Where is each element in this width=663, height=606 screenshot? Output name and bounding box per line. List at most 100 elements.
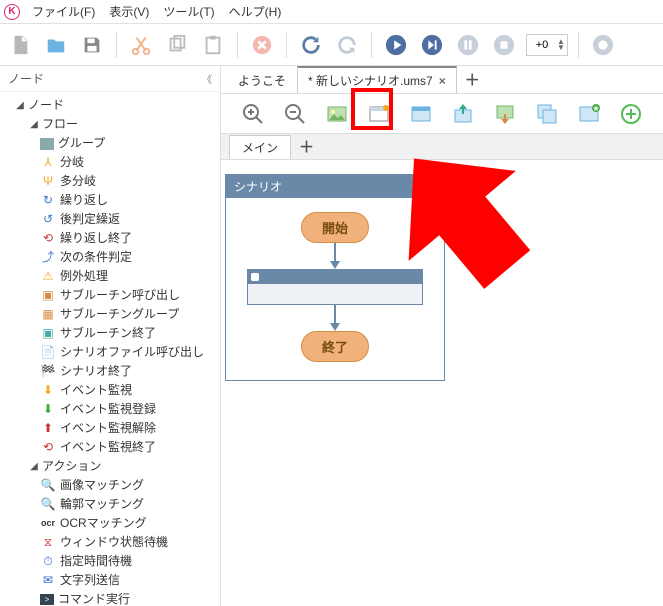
ocr-icon: ocr: [40, 516, 56, 532]
tree-item-multibranch[interactable]: Ψ多分岐: [0, 172, 220, 191]
record-button[interactable]: [589, 31, 617, 59]
tree-item-postloop[interactable]: ↺後判定繰返: [0, 210, 220, 229]
tree-item-branch[interactable]: ⅄分岐: [0, 153, 220, 172]
speed-value[interactable]: [529, 39, 555, 51]
tree-flow[interactable]: ◢フロー: [0, 115, 220, 134]
undo-button[interactable]: [333, 31, 361, 59]
tree-item-timewait[interactable]: ⏱指定時間待機: [0, 552, 220, 571]
zoom-out-button[interactable]: [281, 100, 309, 128]
tree-item-loop[interactable]: ↻繰り返し: [0, 191, 220, 210]
tree-item-scenfile[interactable]: 📄シナリオファイル呼び出し: [0, 343, 220, 362]
add-circle-button[interactable]: [617, 100, 645, 128]
tree-item-group[interactable]: グループ: [0, 134, 220, 153]
evunreg-icon: ⬆: [40, 421, 56, 437]
flow-canvas[interactable]: シナリオ 開始 終了: [221, 160, 663, 606]
strsend-icon: ✉: [40, 573, 56, 589]
paste-button[interactable]: [199, 31, 227, 59]
loop-icon: ↻: [40, 193, 56, 209]
step-node[interactable]: [247, 269, 423, 305]
editor-area: ようこそ * 新しいシナリオ.ums7× ＋ ★ メイン ＋ シナリオ: [221, 66, 663, 606]
tab-new-scenario[interactable]: * 新しいシナリオ.ums7×: [297, 66, 457, 93]
tree-item-evwatch[interactable]: ⬇イベント監視: [0, 381, 220, 400]
menu-file[interactable]: ファイル(F): [26, 1, 101, 22]
tree-item-edgematch[interactable]: 🔍輪郭マッチング: [0, 495, 220, 514]
collapse-icon[interactable]: 《: [202, 71, 212, 86]
evend-icon: ⟲: [40, 440, 56, 456]
scenend-icon: 🏁: [40, 364, 56, 380]
group-icon: [40, 138, 54, 150]
document-tabs: ようこそ * 新しいシナリオ.ums7× ＋: [221, 66, 663, 94]
subtab-main[interactable]: メイン: [229, 135, 291, 159]
open-file-button[interactable]: [42, 31, 70, 59]
screen-tool-button[interactable]: [407, 100, 435, 128]
multibranch-icon: Ψ: [40, 174, 56, 190]
evreg-icon: ⬇: [40, 402, 56, 418]
tree-item-winwait[interactable]: ⧖ウィンドウ状態待機: [0, 533, 220, 552]
menu-tool[interactable]: ツール(T): [157, 1, 220, 22]
scenario-container[interactable]: シナリオ 開始 終了: [225, 174, 445, 381]
import-button[interactable]: [449, 100, 477, 128]
image-tool-button[interactable]: [323, 100, 351, 128]
speed-spin[interactable]: ▲▼: [526, 34, 568, 56]
play-button[interactable]: [382, 31, 410, 59]
tree-item-evend[interactable]: ⟲イベント監視終了: [0, 438, 220, 457]
window-tool-button[interactable]: [365, 100, 393, 128]
reload-button[interactable]: [297, 31, 325, 59]
subtab-add-button[interactable]: ＋: [291, 134, 322, 159]
tree-item-subcall[interactable]: ▣サブルーチン呼び出し: [0, 286, 220, 305]
subcall-icon: ▣: [40, 288, 56, 304]
copy-rect-button[interactable]: [533, 100, 561, 128]
tree-item-scenend[interactable]: 🏁シナリオ終了: [0, 362, 220, 381]
tree-item-imgmatch[interactable]: 🔍画像マッチング: [0, 476, 220, 495]
side-panel: ノード 《 ◢ノード ◢フロー グループ ⅄分岐 Ψ多分岐 ↻繰り返し ↺後判定…: [0, 66, 221, 606]
toolbar-main: ▲▼: [0, 24, 663, 66]
menu-view[interactable]: 表示(V): [103, 1, 155, 22]
except-icon: ⚠: [40, 269, 56, 285]
tree-item-ocr[interactable]: ocrOCRマッチング: [0, 514, 220, 533]
save-button[interactable]: [78, 31, 106, 59]
edgematch-icon: 🔍: [40, 497, 56, 513]
tree-item-nextcond[interactable]: ⤴次の条件判定: [0, 248, 220, 267]
node-tree: ◢ノード ◢フロー グループ ⅄分岐 Ψ多分岐 ↻繰り返し ↺後判定繰返 ⟲繰り…: [0, 92, 220, 606]
svg-text:★: ★: [592, 104, 599, 113]
new-rect-button[interactable]: ★: [575, 100, 603, 128]
winwait-icon: ⧖: [40, 535, 56, 551]
flow-tabs: メイン ＋: [221, 134, 663, 160]
tree-item-evunreg[interactable]: ⬆イベント監視解除: [0, 419, 220, 438]
pause-button[interactable]: [454, 31, 482, 59]
imgmatch-icon: 🔍: [40, 478, 56, 494]
side-panel-header: ノード 《: [0, 66, 220, 92]
end-node[interactable]: 終了: [301, 331, 369, 362]
copy-button[interactable]: [163, 31, 191, 59]
subgroup-icon: ▦: [40, 307, 56, 323]
tree-item-evreg[interactable]: ⬇イベント監視登録: [0, 400, 220, 419]
tab-welcome[interactable]: ようこそ: [227, 67, 297, 93]
tree-action[interactable]: ◢アクション: [0, 457, 220, 476]
evwatch-icon: ⬇: [40, 383, 56, 399]
tree-item-loopend[interactable]: ⟲繰り返し終了: [0, 229, 220, 248]
menubar: K ファイル(F) 表示(V) ツール(T) ヘルプ(H): [0, 0, 663, 24]
menu-help[interactable]: ヘルプ(H): [223, 1, 288, 22]
stop-button[interactable]: [490, 31, 518, 59]
tree-item-strsend[interactable]: ✉文字列送信: [0, 571, 220, 590]
tree-item-cmd[interactable]: >コマンド実行: [0, 590, 220, 606]
new-file-button[interactable]: [6, 31, 34, 59]
cmd-icon: >: [40, 594, 54, 605]
export-button[interactable]: [491, 100, 519, 128]
tree-item-subgroup[interactable]: ▦サブルーチングループ: [0, 305, 220, 324]
tab-add-button[interactable]: ＋: [457, 67, 488, 92]
start-node[interactable]: 開始: [301, 212, 369, 243]
tree-item-subend[interactable]: ▣サブルーチン終了: [0, 324, 220, 343]
cancel-button[interactable]: [248, 31, 276, 59]
branch-icon: ⅄: [40, 155, 56, 171]
cut-button[interactable]: [127, 31, 155, 59]
editor-toolbar: ★: [221, 94, 663, 134]
loopend-icon: ⟲: [40, 231, 56, 247]
scenfile-icon: 📄: [40, 345, 56, 361]
zoom-in-button[interactable]: [239, 100, 267, 128]
tree-item-except[interactable]: ⚠例外処理: [0, 267, 220, 286]
tree-root[interactable]: ◢ノード: [0, 96, 220, 115]
close-icon[interactable]: ×: [439, 74, 446, 88]
step-button[interactable]: [418, 31, 446, 59]
scenario-title: シナリオ: [226, 175, 444, 198]
